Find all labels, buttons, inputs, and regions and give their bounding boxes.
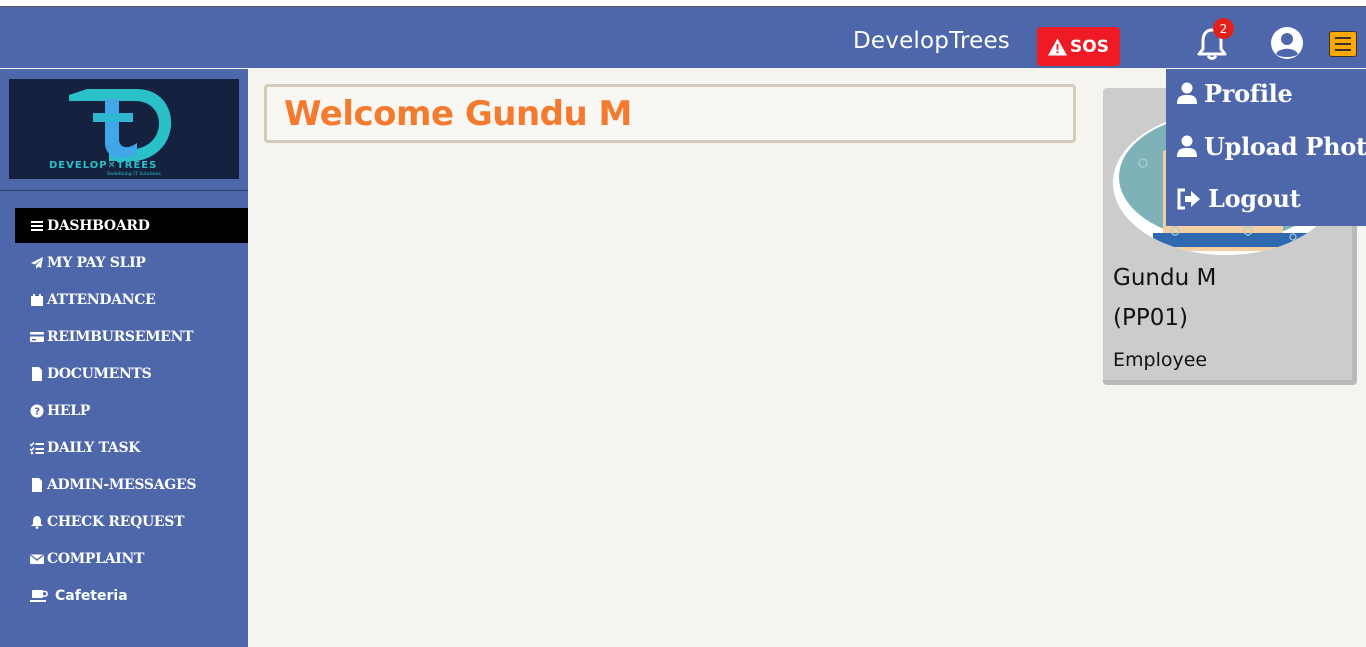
sidebar-item-label: REIMBURSEMENT: [47, 328, 194, 345]
sidebar-item-label: COMPLAINT: [47, 550, 145, 567]
sos-button[interactable]: SOS: [1037, 27, 1120, 66]
sidebar-item-label: DOCUMENTS: [47, 365, 152, 382]
page-title: Welcome Gundu M: [284, 94, 632, 134]
top-navbar: DevelopTrees SOS 2: [0, 7, 1366, 68]
employee-name: Gundu M: [1113, 265, 1217, 291]
sidebar-item-help[interactable]: ? HELP: [15, 393, 248, 428]
calendar-icon: [30, 293, 44, 307]
warning-icon: [1048, 37, 1068, 56]
sidebar-item-my-pay-slip[interactable]: MY PAY SLIP: [15, 245, 248, 280]
sidebar-item-label: Cafeteria: [55, 587, 128, 604]
sidebar-nav: DASHBOARD MY PAY SLIP ATTENDANCE REIMBUR…: [15, 208, 248, 615]
sidebar-item-label: CHECK REQUEST: [47, 513, 185, 530]
dropdown-item-profile[interactable]: Profile: [1176, 79, 1293, 108]
question-circle-icon: ?: [30, 404, 44, 418]
company-logo[interactable]: DEVELOP✕TREES Redefining IT Solutions: [9, 79, 239, 179]
sidebar-item-admin-messages[interactable]: ADMIN-MESSAGES: [15, 467, 248, 502]
logo-text: DEVELOP✕TREES: [49, 160, 157, 171]
dropdown-item-label: Logout: [1208, 184, 1301, 213]
hamburger-menu-button[interactable]: [1329, 31, 1357, 57]
envelope-icon: [30, 552, 44, 566]
sos-label: SOS: [1070, 36, 1109, 57]
credit-card-icon: [30, 330, 44, 344]
sidebar-item-label: ATTENDANCE: [47, 291, 156, 308]
dropdown-item-logout[interactable]: Logout: [1176, 184, 1301, 213]
user-icon: [1176, 135, 1198, 159]
window-top-border: [0, 0, 1366, 7]
sidebar-item-label: DASHBOARD: [47, 217, 150, 234]
hamburger-icon: [1335, 37, 1351, 39]
file-icon: [30, 477, 44, 492]
bell-icon: [30, 515, 44, 529]
sidebar-item-cafeteria[interactable]: Cafeteria: [15, 578, 248, 613]
sidebar-divider: [0, 190, 248, 191]
sidebar-item-reimbursement[interactable]: REIMBURSEMENT: [15, 319, 248, 354]
paper-plane-icon: [30, 256, 44, 270]
sidebar-item-label: ADMIN-MESSAGES: [47, 476, 197, 493]
sidebar-item-dashboard[interactable]: DASHBOARD: [15, 208, 248, 243]
bars-icon: [30, 219, 44, 233]
file-icon: [30, 366, 44, 381]
user-circle-icon[interactable]: [1270, 26, 1304, 60]
brand-title: DevelopTrees: [853, 28, 1010, 54]
user-dropdown-menu: Profile Upload Photo Logout: [1166, 69, 1366, 226]
sidebar-item-attendance[interactable]: ATTENDANCE: [15, 282, 248, 317]
employee-id: (PP01): [1113, 305, 1188, 331]
sidebar-item-label: HELP: [47, 402, 91, 419]
sidebar: DEVELOP✕TREES Redefining IT Solutions DA…: [0, 69, 248, 647]
dropdown-item-label: Profile: [1204, 79, 1293, 108]
sidebar-item-label: DAILY TASK: [47, 439, 141, 456]
logo-tagline: Redefining IT Solutions: [107, 171, 161, 177]
sidebar-item-documents[interactable]: DOCUMENTS: [15, 356, 248, 391]
employee-role: Employee: [1113, 349, 1208, 371]
notification-badge: 2: [1213, 18, 1234, 39]
sidebar-item-complaint[interactable]: COMPLAINT: [15, 541, 248, 576]
sidebar-item-check-request[interactable]: CHECK REQUEST: [15, 504, 248, 539]
sidebar-item-daily-task[interactable]: DAILY TASK: [15, 430, 248, 465]
dropdown-item-label: Upload Photo: [1204, 132, 1366, 161]
dropdown-item-upload-photo[interactable]: Upload Photo: [1176, 132, 1366, 161]
sidebar-item-label: MY PAY SLIP: [47, 254, 146, 271]
list-check-icon: [30, 441, 44, 455]
welcome-panel: Welcome Gundu M: [264, 84, 1076, 143]
svg-text:?: ?: [34, 406, 40, 417]
sign-out-icon: [1176, 187, 1202, 211]
user-icon: [1176, 82, 1198, 106]
coffee-icon: [30, 589, 48, 603]
